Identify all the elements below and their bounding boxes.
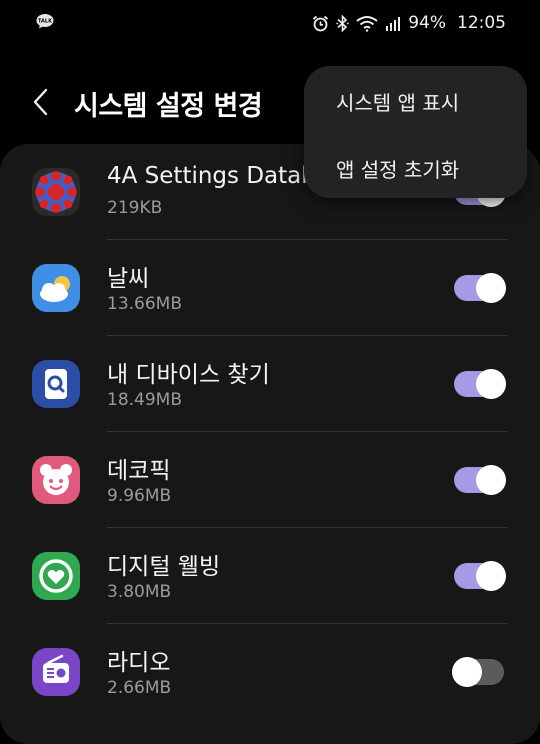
radio-app-icon: [32, 648, 80, 696]
app-size: 13.66MB: [107, 294, 182, 314]
toggle-knob: [476, 561, 506, 591]
bluetooth-icon: [336, 14, 349, 32]
status-bar: TALK 94% 12:05: [0, 0, 540, 48]
permission-toggle[interactable]: [452, 657, 504, 687]
signal-icon: [386, 16, 401, 31]
digital-wellbeing-app-icon: [32, 552, 80, 600]
overflow-menu: 시스템 앱 표시 앱 설정 초기화: [304, 66, 527, 198]
weather-app-icon: [32, 264, 80, 312]
find-my-device-app-icon: [32, 360, 80, 408]
page-title: 시스템 설정 변경: [74, 91, 263, 122]
app-list: 4A Settings Database 219KB 날씨 13.66MB 내 …: [0, 144, 540, 744]
list-item[interactable]: 내 디바이스 찾기 18.49MB: [0, 336, 540, 432]
list-item[interactable]: 디지털 웰빙 3.80MB: [0, 528, 540, 624]
toggle-knob: [476, 369, 506, 399]
list-item[interactable]: 날씨 13.66MB: [0, 240, 540, 336]
list-item[interactable]: 라디오 2.66MB: [0, 624, 540, 720]
app-size: 9.96MB: [107, 486, 172, 506]
battery-level: 94%: [408, 13, 446, 33]
talk-icon: TALK: [36, 14, 54, 29]
chevron-left-icon: [33, 88, 48, 116]
permission-toggle[interactable]: [454, 465, 506, 495]
app-name: 라디오: [107, 650, 171, 676]
app-size: 219KB: [107, 198, 163, 218]
menu-item-reset-app-preferences[interactable]: 앱 설정 초기화: [336, 154, 459, 183]
menu-item-show-system-apps[interactable]: 시스템 앱 표시: [336, 87, 459, 116]
app-name: 데코픽: [107, 458, 171, 484]
app-name: 날씨: [107, 266, 150, 292]
wifi-icon: [356, 15, 378, 32]
app-size: 3.80MB: [107, 582, 172, 602]
back-button[interactable]: [26, 84, 58, 120]
toggle-knob: [452, 657, 482, 687]
toggle-knob: [476, 273, 506, 303]
settings-database-app-icon: [32, 168, 80, 216]
permission-toggle[interactable]: [454, 273, 506, 303]
permission-toggle[interactable]: [454, 369, 506, 399]
alarm-icon: [313, 15, 329, 31]
app-name: 디지털 웰빙: [107, 554, 221, 580]
list-item[interactable]: 데코픽 9.96MB: [0, 432, 540, 528]
toggle-knob: [476, 465, 506, 495]
app-size: 18.49MB: [107, 390, 182, 410]
clock: 12:05: [457, 13, 506, 33]
permission-toggle[interactable]: [454, 561, 506, 591]
app-size: 2.66MB: [107, 678, 172, 698]
app-name: 내 디바이스 찾기: [107, 362, 270, 388]
svg-text:TALK: TALK: [38, 18, 53, 24]
decopic-app-icon: [32, 456, 80, 504]
